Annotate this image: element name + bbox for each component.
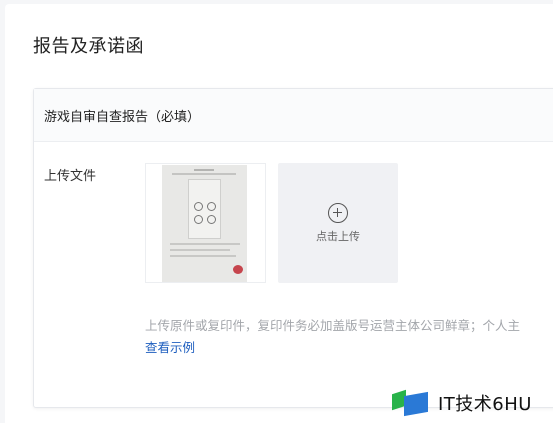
logo-icon [390,388,432,418]
uploaded-file-thumbnail[interactable] [145,163,266,283]
click-upload-button[interactable]: 点击上传 [278,163,398,283]
plus-circle-icon [328,203,348,223]
document-preview-image [162,165,247,282]
upload-button-label: 点击上传 [316,230,360,243]
upload-hint-text: 上传原件或复印件，复印件务必加盖版号运营主体公司鲜章；个人主 [145,318,521,333]
self-check-report-card: 游戏自审自查报告（必填） 上传文件 点击上传 上传原件或复印件，复印件务必加盖版… [33,88,553,408]
watermark-text: IT技术6HU [438,394,532,415]
seal-stamp [233,265,243,274]
watermark: IT技术6HU [390,388,532,418]
page-title: 报告及承诺函 [33,36,144,57]
upload-file-label: 上传文件 [44,169,97,184]
view-example-link[interactable]: 查看示例 [145,337,195,356]
card-header: 游戏自审自查报告（必填） [34,89,553,142]
